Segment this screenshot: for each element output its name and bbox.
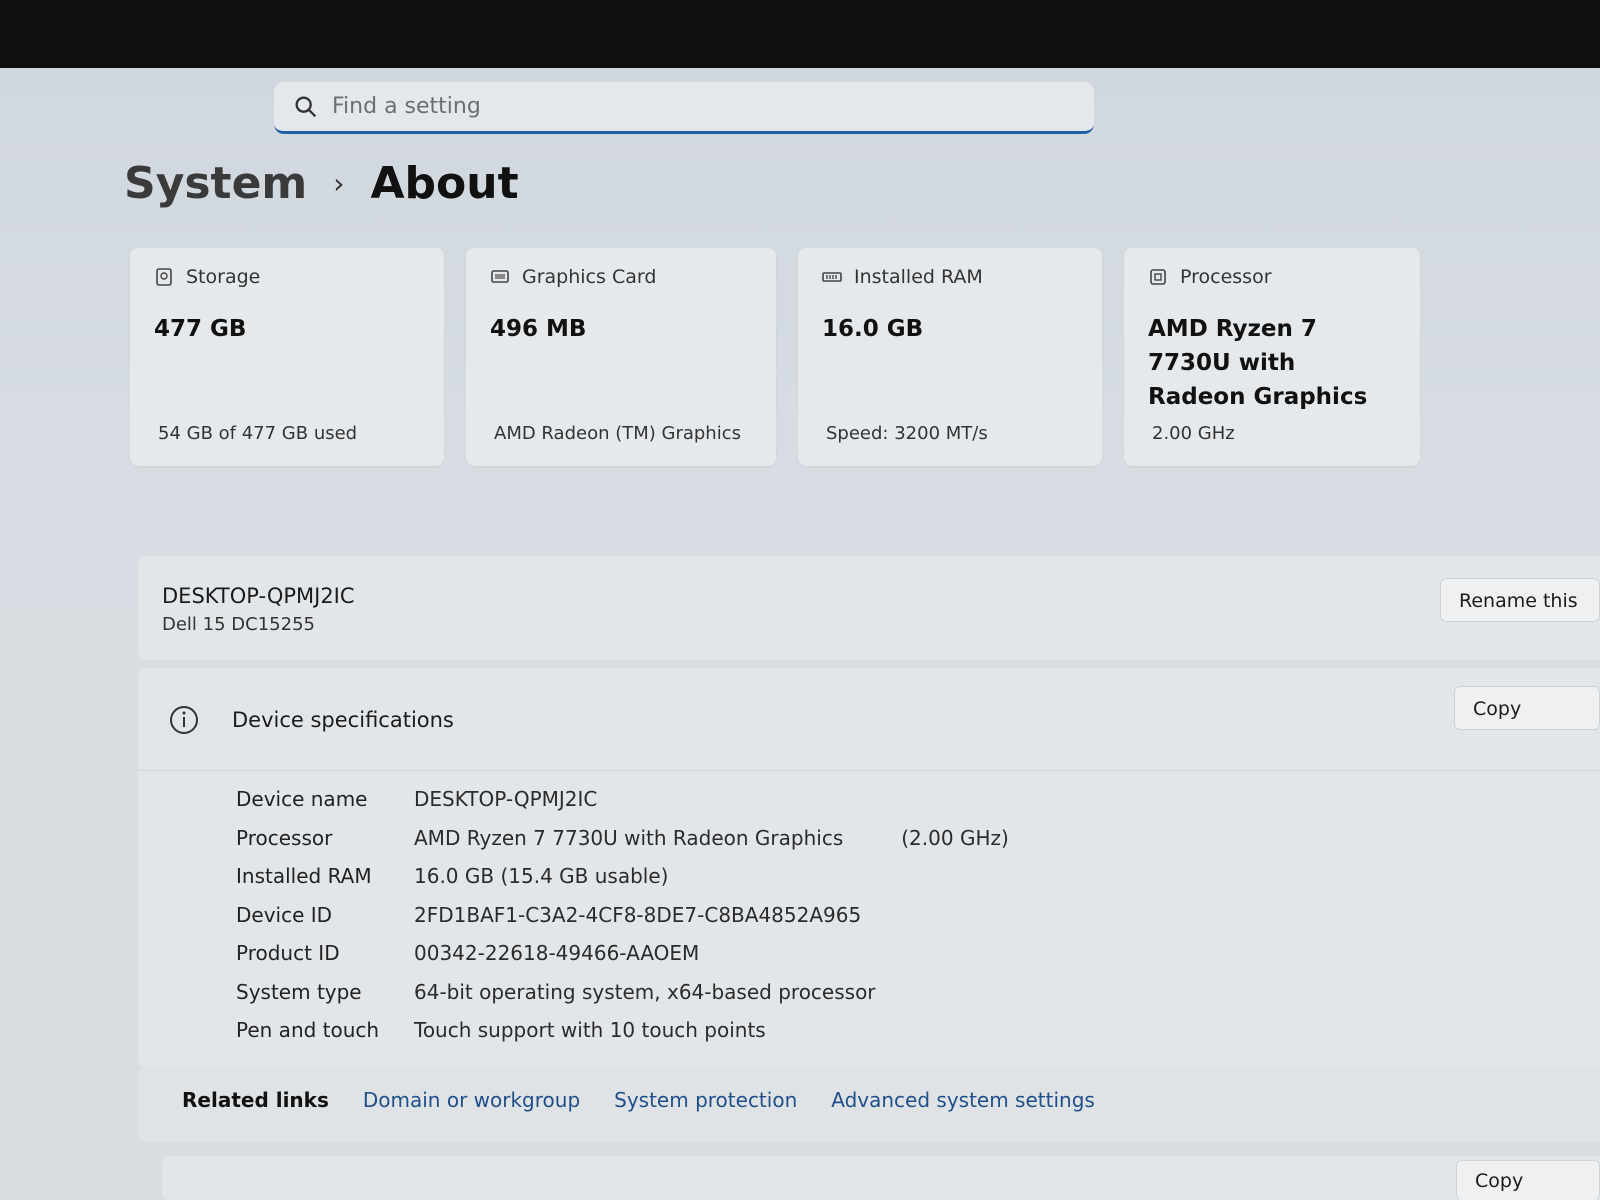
ram-icon [822, 272, 842, 282]
related-links: Related links Domain or workgroup System… [182, 1088, 1095, 1112]
related-links-label: Related links [182, 1088, 329, 1112]
processor-title: Processor [1180, 266, 1272, 288]
processor-card[interactable]: Processor AMD Ryzen 7 7730U with Radeon … [1124, 248, 1420, 466]
rename-pc-button[interactable]: Rename this [1440, 578, 1600, 622]
breadcrumb-chevron-icon: › [333, 167, 345, 200]
table-row: Pen and touch Touch support with 10 touc… [236, 1011, 1009, 1050]
storage-usage: 54 GB of 477 GB used [158, 423, 358, 444]
device-model: Dell 15 DC15255 [162, 614, 315, 635]
screen-bezel [0, 0, 1600, 68]
graphics-card-title: Graphics Card [522, 266, 657, 288]
copy-specs-button[interactable]: Copy [1454, 686, 1600, 730]
windows-specifications-panel [162, 1156, 1600, 1200]
device-name: DESKTOP-QPMJ2IC [162, 584, 355, 608]
search-input[interactable] [330, 93, 1034, 120]
spec-extra: (2.00 GHz) [901, 825, 1009, 850]
table-row: Device ID 2FD1BAF1-C3A2-4CF8-8DE7-C8BA48… [236, 896, 1009, 935]
link-domain-or-workgroup[interactable]: Domain or workgroup [363, 1088, 580, 1112]
processor-speed: 2.00 GHz [1152, 423, 1235, 444]
spec-label: System type [236, 979, 362, 1004]
link-advanced-system-settings[interactable]: Advanced system settings [831, 1088, 1095, 1112]
spec-label: Processor [236, 825, 333, 850]
storage-card[interactable]: Storage 477 GB 54 GB of 477 GB used [130, 248, 444, 466]
spec-label: Installed RAM [236, 864, 372, 889]
installed-ram-title: Installed RAM [854, 266, 983, 288]
graphics-card-card[interactable]: Graphics Card 496 MB AMD Radeon (TM) Gra… [466, 248, 776, 466]
installed-ram-card[interactable]: Installed RAM 16.0 GB Speed: 3200 MT/s [798, 248, 1102, 466]
table-row: Installed RAM 16.0 GB (15.4 GB usable) [236, 857, 1009, 896]
graphics-card-icon [491, 270, 509, 283]
installed-ram-value: 16.0 GB [822, 316, 924, 342]
breadcrumb-system[interactable]: System [124, 158, 307, 209]
spec-value: AMD Ryzen 7 7730U with Radeon Graphics [414, 825, 844, 850]
spec-table: Device name DESKTOP-QPMJ2IC Processor AM… [236, 780, 1009, 1050]
spec-value: 2FD1BAF1-C3A2-4CF8-8DE7-C8BA4852A965 [414, 902, 862, 927]
processor-value: AMD Ryzen 7 7730U with Radeon Graphics [1148, 316, 1368, 410]
graphics-card-value: 496 MB [490, 316, 587, 342]
search-icon [295, 96, 317, 117]
spec-value: 16.0 GB (15.4 GB usable) [414, 864, 669, 889]
spec-label: Device name [236, 787, 368, 812]
spec-value: Touch support with 10 touch points [414, 1018, 766, 1043]
page-title: About [370, 158, 519, 209]
search-box[interactable] [274, 82, 1094, 134]
table-row: Device name DESKTOP-QPMJ2IC [236, 780, 1009, 819]
spec-value: 64-bit operating system, x64-based proce… [414, 979, 876, 1004]
device-specifications-title: Device specifications [232, 708, 454, 732]
divider [138, 770, 1600, 771]
ram-speed: Speed: 3200 MT/s [826, 423, 988, 444]
table-row: Processor AMD Ryzen 7 7730U with Radeon … [236, 819, 1009, 858]
spec-label: Device ID [236, 902, 333, 927]
spec-value: 00342-22618-49466-AAOEM [414, 941, 700, 966]
spec-label: Pen and touch [236, 1018, 380, 1043]
storage-icon [156, 268, 172, 286]
storage-title: Storage [186, 266, 261, 288]
copy-windows-specs-button[interactable]: Copy [1456, 1160, 1600, 1200]
table-row: Product ID 00342-22618-49466-AAOEM [236, 934, 1009, 973]
device-name-panel: DESKTOP-QPMJ2IC Dell 15 DC15255 [138, 556, 1600, 660]
info-icon [170, 706, 198, 734]
storage-value: 477 GB [154, 316, 247, 342]
spec-value: DESKTOP-QPMJ2IC [414, 787, 598, 812]
table-row: System type 64-bit operating system, x64… [236, 973, 1009, 1012]
graphics-card-name: AMD Radeon (TM) Graphics [494, 423, 741, 444]
spec-label: Product ID [236, 941, 340, 966]
breadcrumb: System › About [124, 158, 519, 209]
link-system-protection[interactable]: System protection [614, 1088, 797, 1112]
processor-icon [1150, 269, 1166, 285]
